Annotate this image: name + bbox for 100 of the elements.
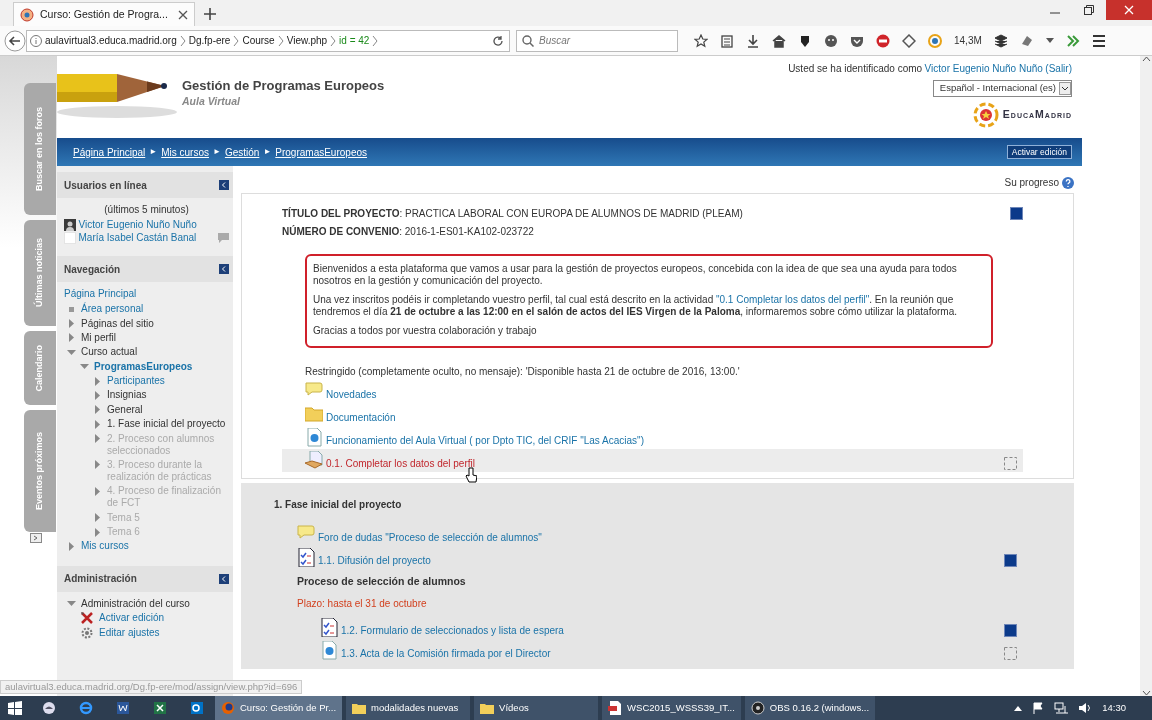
collapsed-icon[interactable] — [95, 434, 100, 444]
scroll-down-icon[interactable] — [1141, 690, 1151, 696]
restore-icon[interactable] — [1084, 5, 1094, 15]
activity-link[interactable]: Funcionamiento del Aula Virtual ( por Dpto TIC, del CRIF "Las Acacias") — [326, 434, 644, 447]
nav-item[interactable]: Curso actual — [81, 346, 138, 359]
home-icon[interactable] — [772, 33, 786, 48]
completion-checkbox[interactable] — [1004, 457, 1017, 470]
word-icon[interactable] — [115, 701, 130, 715]
collapsed-icon[interactable] — [69, 319, 74, 329]
activity-link[interactable]: 0.1. Completar los datos del perfil — [326, 457, 475, 470]
nav-item[interactable]: ProgramasEuropeos — [94, 360, 193, 373]
reading-list-icon[interactable] — [720, 33, 734, 48]
collapsed-icon[interactable] — [95, 527, 100, 537]
site-subtitle: Aula Virtual — [182, 94, 241, 109]
completion-checkbox[interactable] — [1004, 646, 1017, 660]
scroll-up-icon[interactable] — [1141, 56, 1151, 62]
user-link[interactable]: María Isabel Castán Banal — [78, 231, 197, 244]
collapsed-icon[interactable] — [95, 486, 100, 496]
activity-link[interactable]: Foro de dudas "Proceso de selección de alumnos" — [318, 531, 542, 544]
download-icon[interactable] — [746, 33, 760, 48]
breadcrumb-separator: ► — [149, 146, 158, 158]
outlook-icon[interactable] — [189, 701, 204, 715]
user-link[interactable]: Victor Eugenio Nuño Nuño — [924, 62, 1043, 75]
shield-icon[interactable] — [798, 33, 812, 48]
scrollbar[interactable] — [1140, 56, 1152, 696]
collapsed-icon[interactable] — [69, 541, 74, 551]
collapsed-icon[interactable] — [95, 390, 100, 400]
breadcrumb-link[interactable]: ProgramasEuropeos — [275, 145, 367, 159]
nav-item[interactable]: Editar ajustes — [99, 626, 160, 639]
collapsed-icon[interactable] — [95, 513, 100, 523]
taskbar-window[interactable]: OBS 0.16.2 (windows... — [744, 696, 876, 720]
nav-item[interactable]: Página Principal — [64, 287, 229, 300]
taskbar-window[interactable]: modalidades nuevas — [346, 696, 471, 720]
sidebar-icon[interactable] — [1065, 33, 1080, 48]
tray-expand-icon[interactable] — [1014, 705, 1023, 711]
network-icon[interactable] — [1054, 702, 1069, 714]
nav-item[interactable]: Insignias — [107, 389, 147, 402]
breadcrumb-link[interactable]: Mis cursos — [161, 145, 209, 159]
taskbar-window[interactable]: WSC2015_WSSS39_IT... — [602, 696, 741, 720]
menu-icon[interactable] — [1091, 34, 1106, 47]
adblock-icon[interactable] — [876, 33, 890, 48]
breadcrumb-link[interactable]: Página Principal — [73, 145, 146, 159]
flag-icon[interactable] — [1032, 702, 1045, 714]
browser-icon[interactable] — [78, 701, 93, 715]
nav-item[interactable]: Participantes — [107, 375, 165, 388]
folder-icon — [352, 701, 367, 715]
completion-checkbox[interactable] — [1004, 554, 1017, 567]
nav-item[interactable]: Páginas del sitio — [81, 317, 154, 330]
bookmark-star-icon[interactable] — [694, 33, 708, 48]
logout-link[interactable]: (Salir) — [1045, 62, 1072, 75]
nav-item[interactable]: Activar edición — [99, 612, 165, 625]
taskbar-window[interactable]: Curso: Gestión de Pr... — [215, 696, 343, 720]
nav-item[interactable]: 1. Fase inicial del proyecto — [107, 418, 226, 431]
nav-item[interactable]: Administración del curso — [81, 597, 190, 610]
chevron-icon — [179, 34, 186, 47]
search-field[interactable]: Buscar — [516, 29, 678, 52]
collapsed-icon[interactable] — [95, 405, 100, 415]
collapse-icon[interactable] — [219, 180, 229, 190]
activity-link[interactable]: 1.1. Difusión del proyecto — [318, 554, 431, 567]
activity-link[interactable]: Documentación — [326, 411, 396, 424]
expanded-icon[interactable] — [67, 349, 76, 355]
search-icon — [522, 34, 534, 47]
nav-item[interactable]: Mis cursos — [81, 540, 129, 553]
back-icon[interactable] — [4, 29, 26, 52]
new-tab-icon[interactable] — [204, 8, 216, 20]
volume-icon[interactable] — [1078, 702, 1093, 714]
excel-icon[interactable] — [152, 701, 167, 715]
close-icon[interactable] — [178, 9, 188, 20]
collapsed-icon[interactable] — [95, 376, 100, 386]
expanded-icon[interactable] — [67, 601, 76, 607]
completion-checkbox[interactable] — [1004, 623, 1017, 637]
nav-item[interactable]: General — [107, 403, 143, 416]
expanded-icon[interactable] — [80, 364, 89, 370]
layers-icon[interactable] — [993, 33, 1008, 48]
dropdown-icon[interactable] — [1045, 37, 1054, 44]
taskbar-window[interactable]: Vídeos — [474, 696, 599, 720]
help-icon[interactable] — [1062, 176, 1074, 189]
dock-icon[interactable] — [30, 533, 42, 543]
collapsed-icon[interactable] — [95, 419, 100, 429]
collapse-icon[interactable] — [219, 264, 229, 274]
activity-link[interactable]: 1.2. Formulario de seleccionados y lista de espera — [341, 623, 564, 637]
start-icon[interactable] — [8, 701, 22, 715]
breadcrumb-link[interactable]: Gestión — [224, 145, 260, 159]
user-link[interactable]: Victor Eugenio Nuño Nuño — [78, 218, 197, 231]
browser-tab[interactable]: Curso: Gestión de Progra... — [13, 2, 195, 26]
collapsed-icon[interactable] — [69, 333, 74, 343]
activity-link[interactable]: Novedades — [326, 388, 377, 401]
diamond-icon[interactable] — [902, 33, 916, 48]
smiley-icon[interactable] — [824, 33, 838, 48]
nav-item[interactable]: Mi perfil — [81, 331, 116, 344]
completion-checkbox[interactable] — [1010, 206, 1023, 220]
nav-item[interactable]: Área personal — [81, 303, 144, 316]
collapsed-icon[interactable] — [95, 460, 100, 470]
language-select[interactable]: Español - Internacional (es) — [932, 80, 1072, 97]
activity-link[interactable]: 1.3. Acta de la Comisión firmada por el Director — [341, 646, 551, 660]
activity-link[interactable]: "0.1 Completar los datos del perfil" — [716, 294, 870, 305]
collapse-icon[interactable] — [219, 573, 229, 584]
reload-icon[interactable] — [492, 34, 504, 47]
edit-mode-button[interactable]: Activar edición — [1006, 144, 1072, 160]
address-bar[interactable]: aulavirtual3.educa.madrid.org Dg.fp-ere Course View.php id = 42 — [26, 29, 510, 52]
